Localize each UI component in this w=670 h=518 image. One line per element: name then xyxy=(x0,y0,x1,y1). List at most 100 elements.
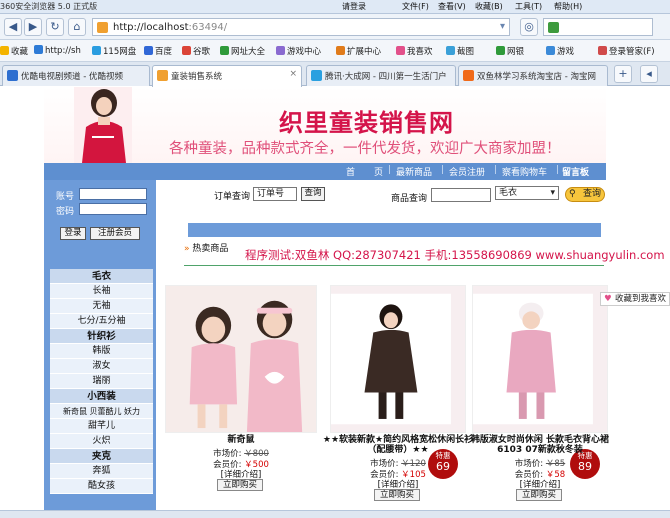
site-title: 织里童装销售网 xyxy=(279,108,454,137)
bank-icon xyxy=(496,46,505,55)
product-search-button[interactable]: ⚲ 查询 xyxy=(565,187,605,202)
product-card: 新奇鼠 市场价: ￥800 会员价: ￥500 [详细介绍] 立即购买 xyxy=(165,285,317,501)
game-icon xyxy=(546,46,555,55)
shield-icon[interactable]: ◎ xyxy=(520,18,538,36)
login-link[interactable]: 请登录 xyxy=(342,1,366,12)
category-item[interactable]: 瑞丽 xyxy=(50,374,153,389)
nav-register[interactable]: 会员注册 xyxy=(449,165,485,178)
tab-youku[interactable]: 优酷电视剧频道 - 优酷视频 xyxy=(2,65,150,86)
buy-now-button[interactable]: 立即购买 xyxy=(374,489,420,501)
username-input[interactable] xyxy=(79,188,147,200)
close-icon[interactable]: × xyxy=(289,69,297,79)
menu-tools[interactable]: 工具(T) xyxy=(515,1,542,12)
product-name[interactable]: ★★软装新款★简约风格宽松休闲长衫（配腰带）★★ xyxy=(322,435,474,455)
search-engine-icon[interactable] xyxy=(548,22,559,33)
address-toolbar: ◀ ▶ ↻ ⌂ http://localhost:63494/ ▾ ◎ xyxy=(0,14,670,40)
tab-clothing-system[interactable]: 童装销售系统 × xyxy=(152,65,302,87)
title-bar: 360安全浏览器 5.0 正式版 请登录 文件(F) 查看(V) 收藏(B) 工… xyxy=(0,0,670,14)
category-head-knit[interactable]: 针织衫 xyxy=(50,329,153,344)
window-title: 360安全浏览器 5.0 正式版 xyxy=(0,2,98,11)
menu-favorites[interactable]: 收藏(B) xyxy=(475,1,503,12)
nav-new-products[interactable]: 最新商品 xyxy=(396,165,432,178)
bookmark-sites[interactable]: 网址大全 xyxy=(220,45,265,57)
tab-list-icon[interactable]: ◂ xyxy=(640,65,658,83)
tab-taobao[interactable]: 双鱼林学习系统淘宝店 - 淘宝网 xyxy=(458,65,608,86)
menu-help[interactable]: 帮助(H) xyxy=(554,1,582,12)
taobao-icon xyxy=(463,70,474,81)
search-box[interactable] xyxy=(543,18,653,36)
menu-view[interactable]: 查看(V) xyxy=(438,1,466,12)
login-button[interactable]: 登录 xyxy=(60,227,86,240)
category-head-sweater[interactable]: 毛衣 xyxy=(50,269,153,284)
order-query-label: 订单查询 xyxy=(214,192,251,202)
bookmark-like[interactable]: 我喜欢 xyxy=(396,45,433,57)
nav-guestbook[interactable]: 留言板 xyxy=(562,165,589,178)
nav-cart[interactable]: 察看购物车 xyxy=(502,165,547,178)
gamepad-icon xyxy=(276,46,285,55)
hot-products-label: » 热卖商品 xyxy=(184,244,229,254)
category-item[interactable]: 淑女 xyxy=(50,359,153,374)
page-icon xyxy=(34,45,43,54)
category-item[interactable]: 火炽 xyxy=(50,434,153,449)
category-head-jacket[interactable]: 夹克 xyxy=(50,449,153,464)
bookmark-favorites[interactable]: 收藏 xyxy=(0,45,28,57)
category-item[interactable]: 七分/五分袖 xyxy=(50,314,153,329)
back-icon[interactable]: ◀ xyxy=(4,18,22,36)
site-slogan: 各种童装，品种款式齐全，一件代发货，欢迎广大商家加盟！ xyxy=(169,141,561,157)
bookmark-login-manager[interactable]: 登录管家(F) xyxy=(598,45,655,57)
model-girl-image xyxy=(74,87,132,163)
order-number-input[interactable]: 订单号 xyxy=(253,187,297,201)
tencent-icon xyxy=(311,70,322,81)
bookmark-extensions[interactable]: 扩展中心 xyxy=(336,45,381,57)
tab-tencent[interactable]: 腾讯·大成网 - 四川第一生活门户 xyxy=(306,65,456,86)
dropdown-icon[interactable]: ▾ xyxy=(500,21,505,32)
refresh-icon[interactable]: ↻ xyxy=(46,18,64,36)
favorite-button[interactable]: ♥ 收藏到我喜欢 xyxy=(600,292,670,306)
buy-now-button[interactable]: 立即购买 xyxy=(516,489,562,501)
product-image[interactable] xyxy=(165,285,317,433)
key-icon xyxy=(598,46,607,55)
category-select[interactable]: 毛衣 ▾ xyxy=(495,186,559,200)
product-card: 特惠 89 韩版淑女时尚休闲 长款毛衣背心裙6103 07新款秋冬装 市场价: ￥… xyxy=(464,285,616,501)
password-input[interactable] xyxy=(79,203,147,215)
new-tab-icon[interactable]: + xyxy=(614,65,632,83)
cloud-icon xyxy=(92,46,101,55)
category-item[interactable]: 韩版 xyxy=(50,344,153,359)
bookmark-google[interactable]: 谷歌 xyxy=(182,45,210,57)
baidu-icon xyxy=(144,46,153,55)
bookmark-game[interactable]: 游戏 xyxy=(546,45,574,57)
bookmark-games[interactable]: 游戏中心 xyxy=(276,45,321,57)
buy-now-button[interactable]: 立即购买 xyxy=(217,479,263,491)
product-image[interactable] xyxy=(472,285,608,433)
nav-home-2[interactable]: 页 xyxy=(374,165,383,178)
product-card: 特惠 69 ★★软装新款★简约风格宽松休闲长衫（配腰带）★★ 市场价: ￥120 … xyxy=(322,285,474,501)
bookmark-sh[interactable]: http://sh xyxy=(34,45,81,56)
register-button[interactable]: 注册会员 xyxy=(90,227,140,240)
menu-file[interactable]: 文件(F) xyxy=(402,1,429,12)
bookmark-screenshot[interactable]: 截图 xyxy=(446,45,474,57)
category-head-blazer[interactable]: 小西装 xyxy=(50,389,153,404)
bookmark-bank[interactable]: 网银 xyxy=(496,45,524,57)
bookmark-baidu[interactable]: 百度 xyxy=(144,45,172,57)
main-nav: 首 页 | 最新商品 | 会员注册 | 察看购物车 | xyxy=(44,163,606,180)
contact-info: 程序测试:双鱼林 QQ:287307421 手机:13558690869 www… xyxy=(245,248,665,262)
product-keyword-input[interactable] xyxy=(431,188,491,202)
category-item[interactable]: 无袖 xyxy=(50,299,153,314)
product-image[interactable] xyxy=(330,285,466,433)
category-item[interactable]: 甜芊儿 xyxy=(50,419,153,434)
url-host: http://localhost xyxy=(113,22,189,33)
forward-icon[interactable]: ▶ xyxy=(24,18,42,36)
category-item[interactable]: 长袖 xyxy=(50,284,153,299)
category-item[interactable]: 奔狐 xyxy=(50,464,153,479)
category-list: 毛衣 长袖 无袖 七分/五分袖 针织衫 韩版 淑女 瑞丽 小西装 新奇鼠 贝蕾酷… xyxy=(50,269,153,494)
product-name[interactable]: 韩版淑女时尚休闲 长款毛衣背心裙6103 07新款秋冬装 xyxy=(464,435,616,455)
category-item[interactable]: 新奇鼠 贝蕾酷儿 妖力 xyxy=(50,404,153,419)
nav-home-1[interactable]: 首 xyxy=(346,165,355,178)
google-icon xyxy=(182,46,191,55)
category-item[interactable]: 酷女孩 xyxy=(50,479,153,494)
home-icon[interactable]: ⌂ xyxy=(68,18,86,36)
product-name[interactable]: 新奇鼠 xyxy=(165,435,317,445)
bookmark-115[interactable]: 115网盘 xyxy=(92,45,136,57)
order-query-button[interactable]: 查询 xyxy=(301,187,325,201)
address-bar[interactable]: http://localhost:63494/ ▾ xyxy=(92,18,510,36)
